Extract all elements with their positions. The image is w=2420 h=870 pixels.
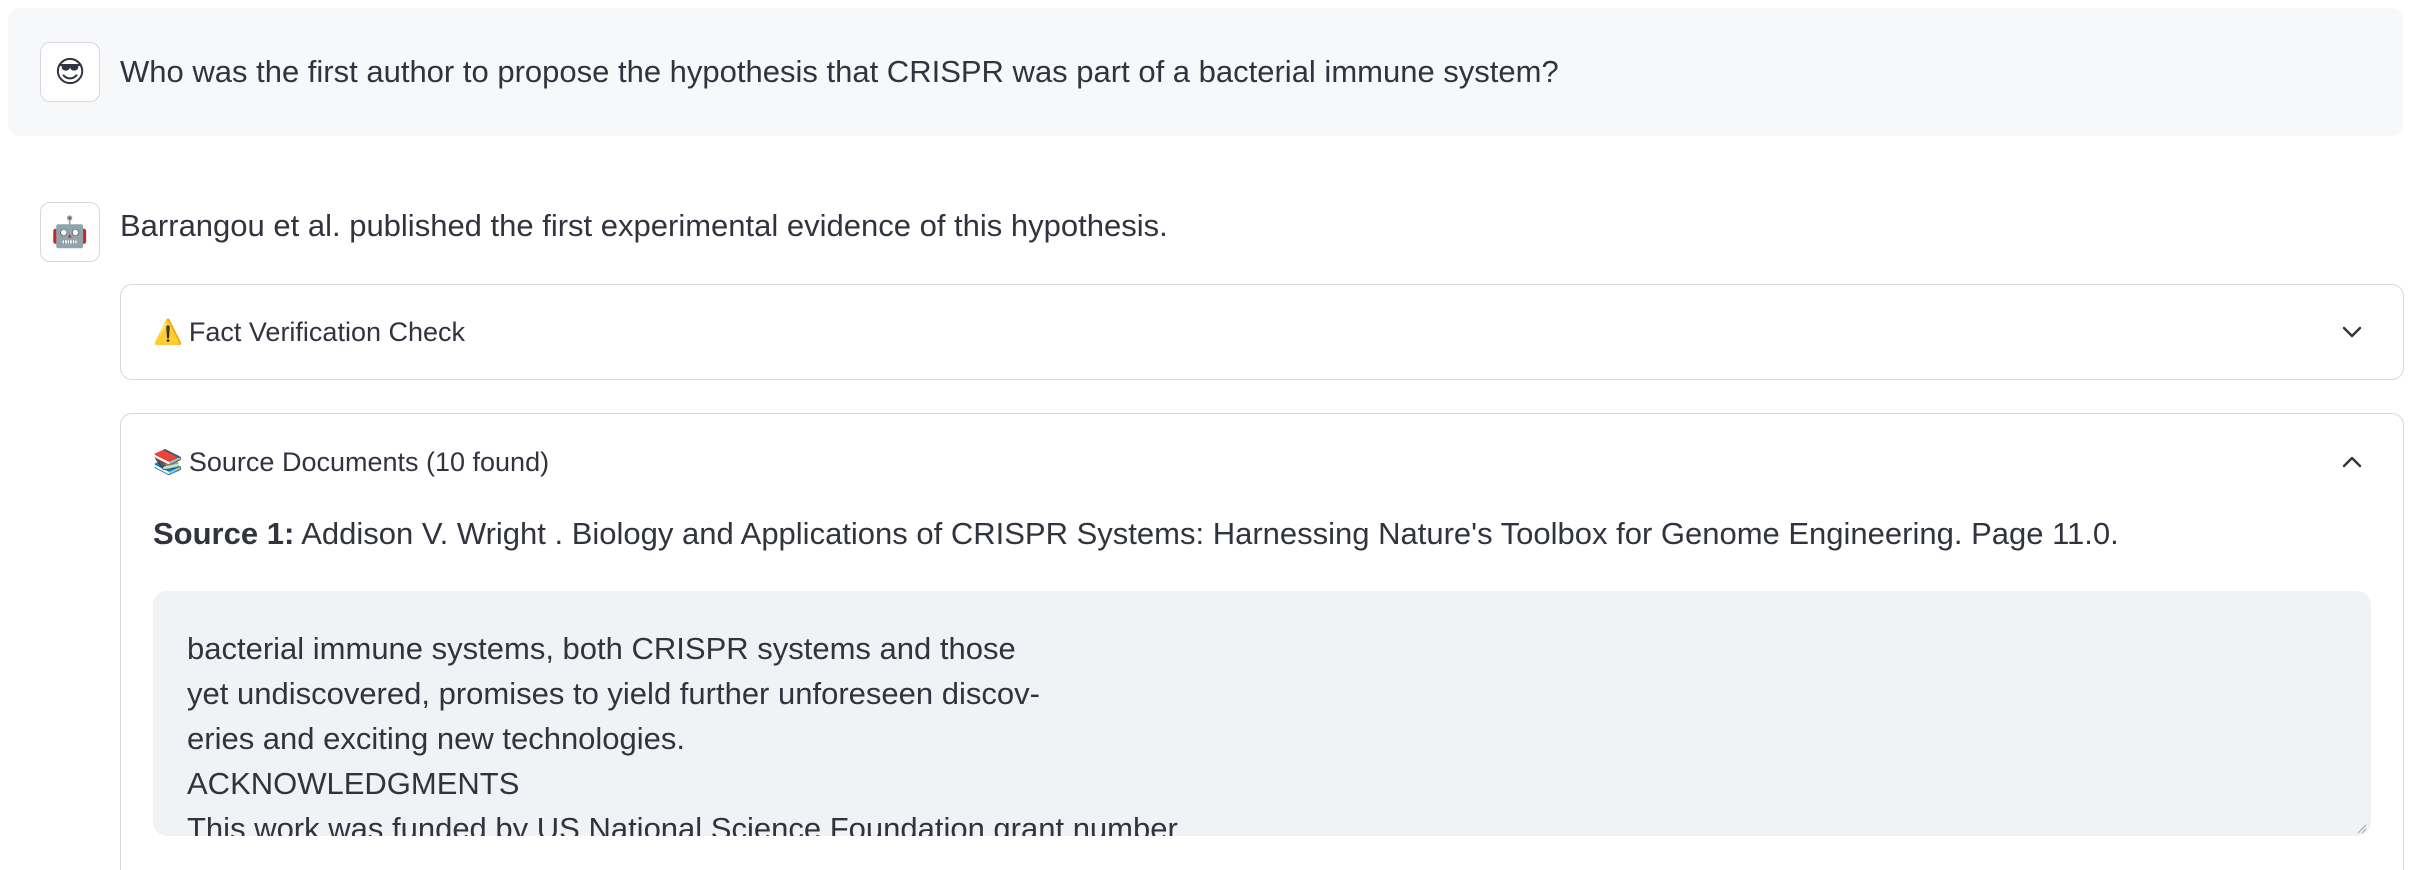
source-label: Source 1: xyxy=(153,516,295,551)
source-citation-text: Addison V. Wright . Biology and Applicat… xyxy=(301,516,2119,551)
chevron-down-icon[interactable] xyxy=(2341,321,2363,343)
user-avatar: 😎 xyxy=(40,42,100,102)
source-documents-header[interactable]: 📚 Source Documents (10 found) xyxy=(153,414,549,510)
chat-page: 😎 Who was the first author to propose th… xyxy=(0,0,2420,870)
sunglasses-face-icon: 😎 xyxy=(54,55,86,89)
source-excerpt-textarea[interactable]: bacterial immune systems, both CRISPR sy… xyxy=(153,591,2371,836)
fact-check-expander[interactable]: ⚠️ Fact Verification Check xyxy=(120,284,2404,380)
resize-handle-icon[interactable] xyxy=(2355,822,2367,834)
source-excerpt-text: bacterial immune systems, both CRISPR sy… xyxy=(187,631,1178,836)
assistant-message-text: Barrangou et al. published the first exp… xyxy=(120,208,1168,243)
chevron-up-icon[interactable] xyxy=(2341,451,2363,473)
fact-check-label: Fact Verification Check xyxy=(188,316,466,347)
source-documents-label: Source Documents (10 found) xyxy=(188,446,550,477)
user-message-text: Who was the first author to propose the … xyxy=(120,54,1559,89)
source-citation: Source 1: Addison V. Wright . Biology an… xyxy=(153,514,2119,554)
books-icon: 📚 xyxy=(153,448,183,476)
source-documents-expander[interactable]: 📚 Source Documents (10 found) Source 1: … xyxy=(120,413,2404,870)
fact-check-header[interactable]: ⚠️ Fact Verification Check xyxy=(153,285,465,379)
robot-icon: 🤖 xyxy=(51,215,89,249)
user-message: 😎 Who was the first author to propose th… xyxy=(8,8,2403,136)
assistant-avatar: 🤖 xyxy=(40,202,100,262)
warning-icon: ⚠️ xyxy=(153,318,183,346)
